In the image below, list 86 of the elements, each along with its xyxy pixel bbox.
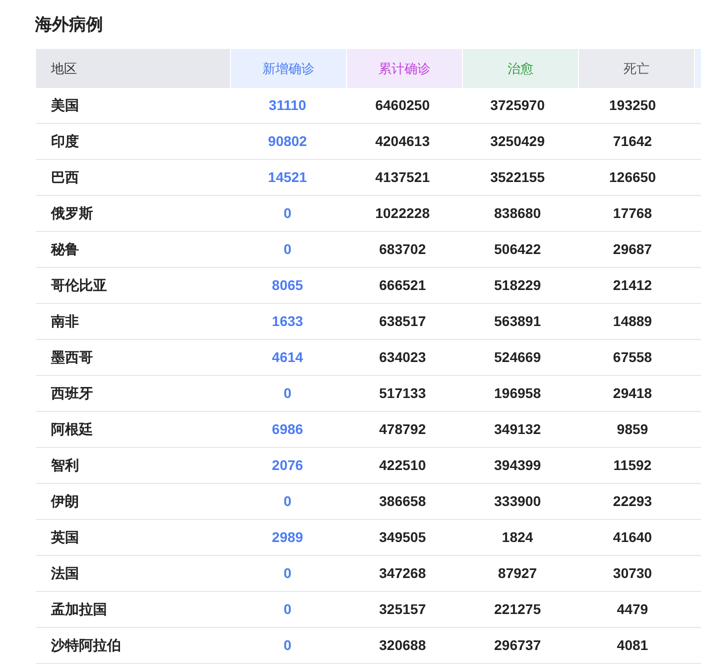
table-cell-text: 31110 xyxy=(268,96,306,115)
column-header: 地区 xyxy=(36,49,230,88)
table-cell-text: 30730 xyxy=(613,564,652,583)
table-cell-text: 67558 xyxy=(613,348,652,367)
table-cell-text: 美国 xyxy=(51,96,79,115)
table-cell-text: 0 xyxy=(284,240,292,259)
table-cell-text: 386658 xyxy=(379,492,426,511)
table-cell-text: 南非 xyxy=(51,312,79,331)
table-cell-text: 俄罗斯 xyxy=(51,204,93,223)
table-cell-text: 0 xyxy=(284,204,292,223)
column-header: 累计确诊 xyxy=(347,49,462,88)
table-cell-text: 87927 xyxy=(498,564,537,583)
table-cell-text: 349132 xyxy=(494,420,541,439)
column-header: 治愈 xyxy=(463,49,578,88)
table-cell-text: 634023 xyxy=(379,348,426,367)
table-cell-text: 6460250 xyxy=(375,96,430,115)
table-cell-text: 333900 xyxy=(494,492,541,511)
table-cell-text: 90802 xyxy=(268,132,307,151)
table-cell-text: 638517 xyxy=(379,312,426,331)
table-cell-text: 11592 xyxy=(613,456,652,475)
table-cell-text: 41640 xyxy=(613,528,652,547)
table-cell-text: 838680 xyxy=(494,204,541,223)
table-cell-text: 孟加拉国 xyxy=(51,600,107,619)
table-cell-text: 193250 xyxy=(609,96,656,115)
table-cell-text: 517133 xyxy=(379,384,426,403)
table-cell-text: 0 xyxy=(284,384,292,403)
table-cell-text: 阿根廷 xyxy=(51,420,93,439)
table-cell-text: 478792 xyxy=(379,420,426,439)
table-cell-text: 2989 xyxy=(272,528,304,547)
table-cell-text: 0 xyxy=(284,564,292,583)
table-cell-text: 524669 xyxy=(494,348,541,367)
section-title: 海外病例 xyxy=(35,14,104,36)
table-cell-text: 1824 xyxy=(502,528,534,547)
table-cell-text: 29687 xyxy=(613,240,652,259)
column-header: 新增确诊 xyxy=(231,49,346,88)
table-cell-text: 17768 xyxy=(613,204,652,223)
table-cell-text: 683702 xyxy=(379,240,426,259)
table-cell-text: 394399 xyxy=(494,456,541,475)
table-cell-text: 4479 xyxy=(616,600,648,619)
table-cell-text: 518229 xyxy=(494,276,541,295)
table-cell-text: 349505 xyxy=(379,528,426,547)
table-cell-text: 3522155 xyxy=(490,168,545,187)
table-cell-text: 法国 xyxy=(51,564,79,583)
table-cell-text: 哥伦比亚 xyxy=(51,276,107,295)
table-cell-text: 3725970 xyxy=(490,96,545,115)
table-cell-text: 21412 xyxy=(613,276,652,295)
table-cell-text: 1022228 xyxy=(375,204,430,223)
table-cell-text: 4081 xyxy=(616,636,648,655)
table-cell-text: 126650 xyxy=(609,168,656,187)
table-cell-text: 6986 xyxy=(272,420,304,439)
table-cell-text: 347268 xyxy=(379,564,426,583)
table-cell-text: 14521 xyxy=(268,168,307,187)
table-cell-text: 22293 xyxy=(613,492,652,511)
table-cell-text: 563891 xyxy=(494,312,541,331)
table-cell-text: 221275 xyxy=(494,600,541,619)
table-cell-text: 0 xyxy=(284,636,292,655)
table-cell-text: 2076 xyxy=(272,456,304,475)
table-cell-text: 英国 xyxy=(51,528,79,547)
table-cell-text: 印度 xyxy=(51,132,79,151)
table-cell-text: 0 xyxy=(284,492,292,511)
table-cell-text: 4137521 xyxy=(375,168,430,187)
table-cell-text: 1633 xyxy=(272,312,304,331)
table-cell-text: 伊朗 xyxy=(51,492,79,511)
table-cell-text: 29418 xyxy=(613,384,652,403)
table-cell-text: 秘鲁 xyxy=(51,240,79,259)
table-cell-text: 71642 xyxy=(613,132,652,151)
table-cell-text: 4204613 xyxy=(375,132,430,151)
table-cell-text: 666521 xyxy=(379,276,426,295)
table-cell-text: 14889 xyxy=(613,312,652,331)
table-cell-text: 西班牙 xyxy=(51,384,93,403)
table-cell-text: 沙特阿拉伯 xyxy=(51,636,121,655)
table-cell-text: 8065 xyxy=(272,276,304,295)
column-header: 死亡 xyxy=(579,49,694,88)
table-cell-text: 325157 xyxy=(379,600,426,619)
table-cell-text: 9859 xyxy=(616,420,648,439)
table-cell-text: 196958 xyxy=(494,384,541,403)
table-cell-text: 智利 xyxy=(51,456,79,475)
table-cell-text: 320688 xyxy=(379,636,426,655)
table-cell-text: 506422 xyxy=(494,240,541,259)
table-cell-text: 墨西哥 xyxy=(51,348,93,367)
table-cell-text: 296737 xyxy=(494,636,541,655)
table-cell-text: 巴西 xyxy=(51,168,79,187)
table-cell-text: 4614 xyxy=(272,348,304,367)
table-cell-text: 422510 xyxy=(379,456,426,475)
table-cell-text: 3250429 xyxy=(490,132,545,151)
table-cell-text: 0 xyxy=(284,600,292,619)
